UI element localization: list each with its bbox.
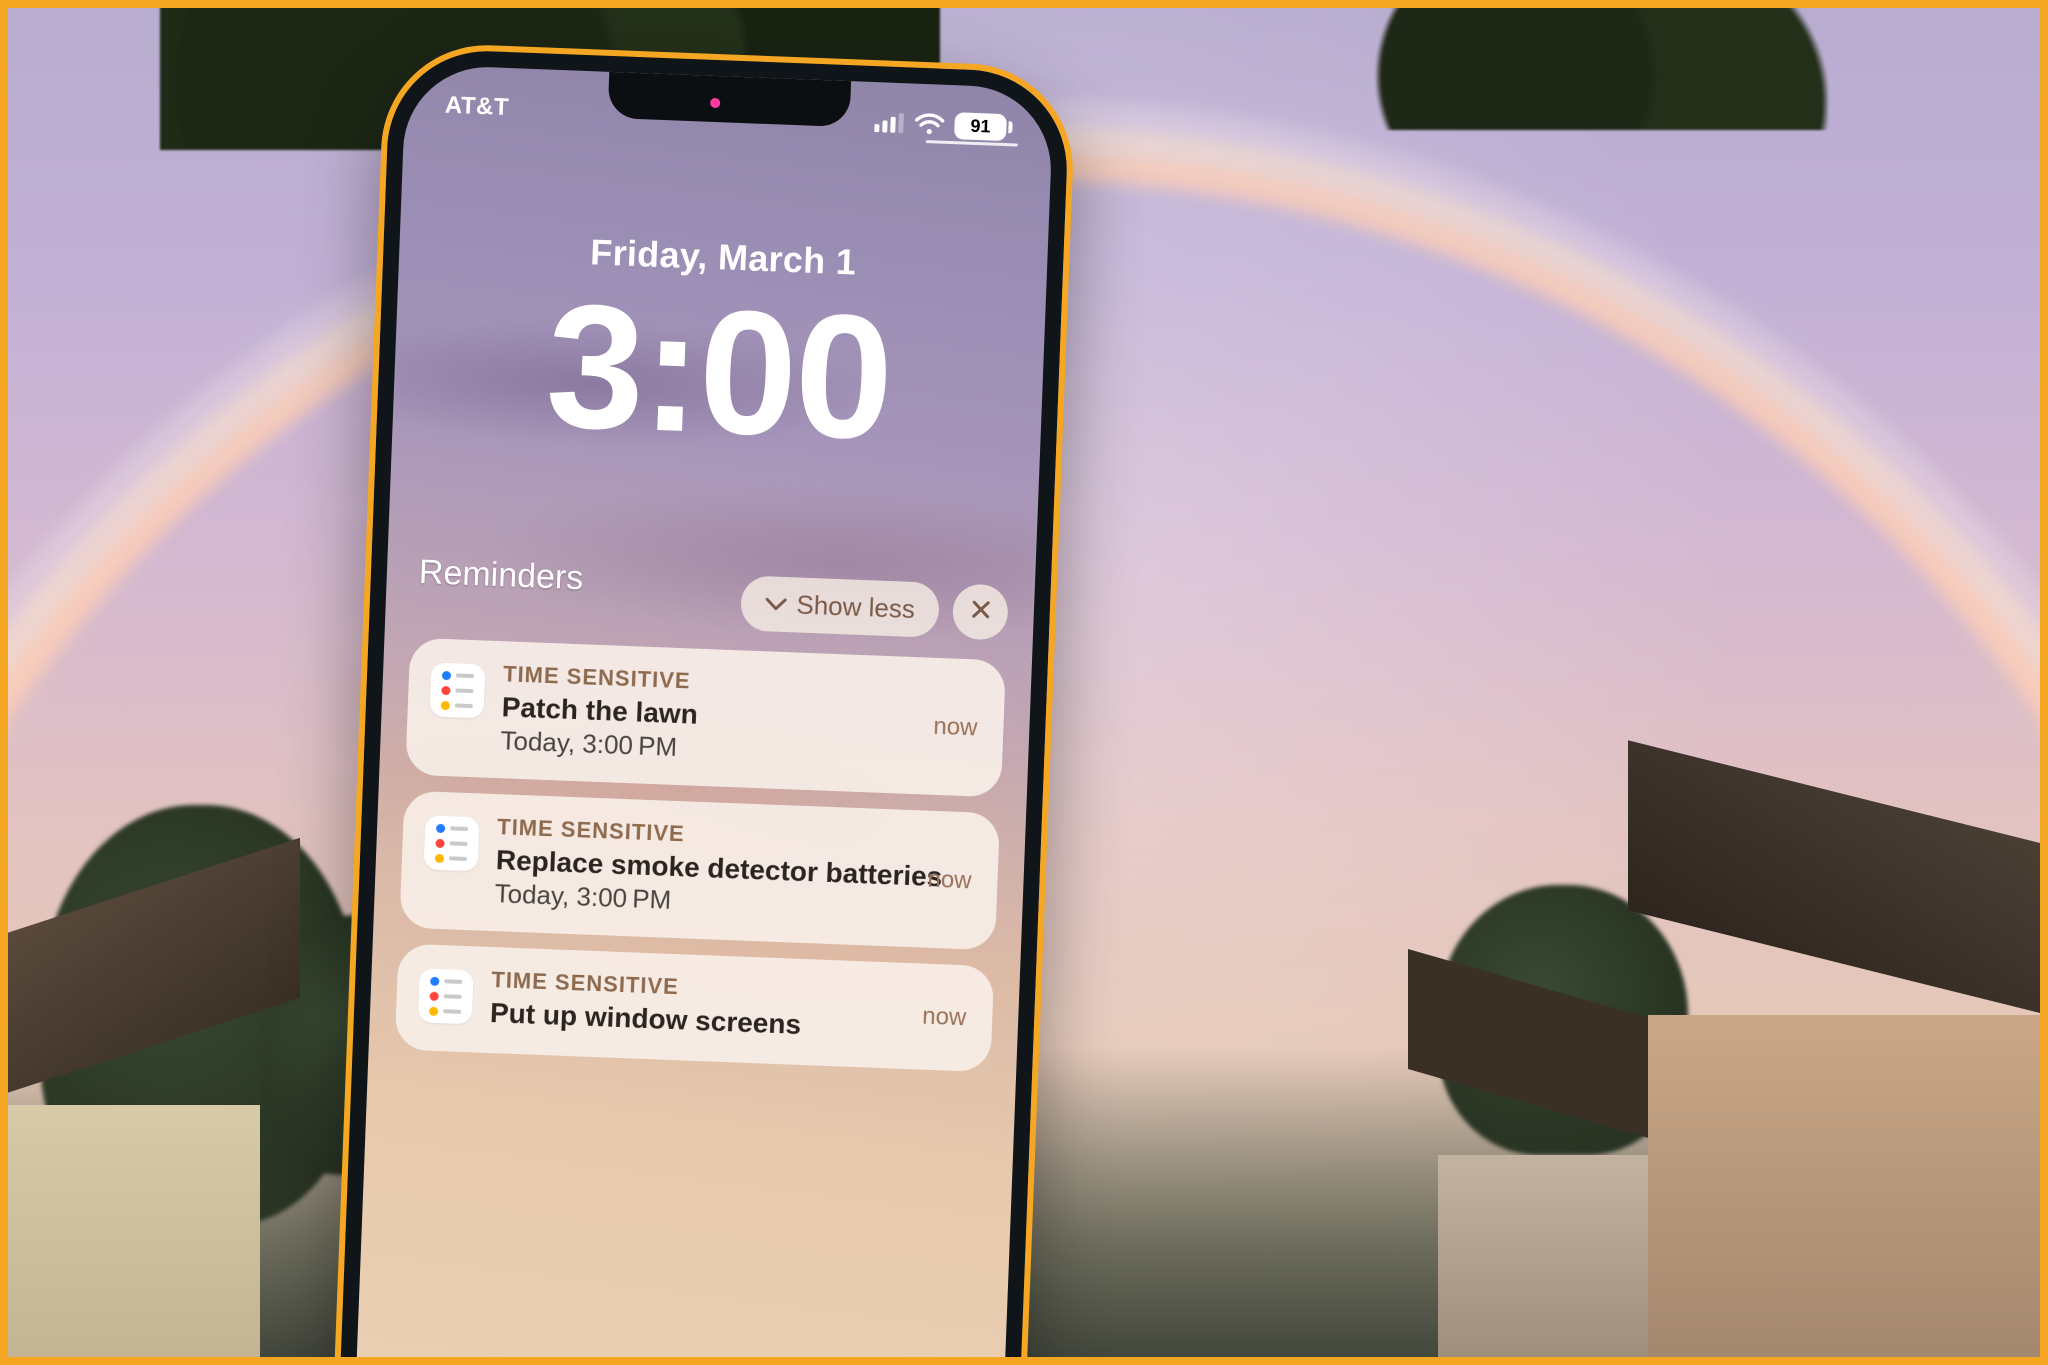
show-less-button[interactable]: Show less: [739, 575, 939, 638]
notification-timestamp: now: [922, 1003, 967, 1033]
battery-indicator: 91: [954, 112, 1013, 141]
reminders-app-icon: [424, 815, 480, 871]
cellular-icon: [874, 112, 905, 133]
reminders-app-icon: [429, 662, 485, 718]
wifi-icon: [914, 113, 945, 136]
carrier-label: AT&T: [444, 92, 509, 122]
show-less-label: Show less: [796, 589, 916, 625]
notification-timestamp: now: [927, 865, 972, 895]
notch: [608, 72, 852, 127]
background-scene: AT&T: [0, 0, 2048, 1365]
notification-timestamp: now: [933, 712, 978, 742]
battery-level: 91: [954, 112, 1007, 141]
foliage-top-right: [1308, 0, 1828, 130]
dismiss-group-button[interactable]: [952, 583, 1009, 640]
notification-card[interactable]: TIME SENSITIVE Put up window screens now: [395, 943, 995, 1072]
notification-group-title: Reminders: [412, 553, 584, 599]
house-left: [0, 935, 370, 1365]
close-icon: [969, 598, 992, 626]
notification-card[interactable]: TIME SENSITIVE Replace smoke detector ba…: [399, 791, 1000, 951]
reminders-app-icon: [418, 968, 474, 1024]
notification-card[interactable]: TIME SENSITIVE Patch the lawn Today, 3:0…: [405, 638, 1006, 798]
lock-screen-time: 3:00: [392, 272, 1046, 473]
house-right-front: [1628, 845, 2048, 1365]
phone: AT&T: [335, 47, 1070, 1365]
chevron-down-icon: [764, 597, 787, 612]
lock-screen[interactable]: AT&T: [352, 64, 1054, 1365]
